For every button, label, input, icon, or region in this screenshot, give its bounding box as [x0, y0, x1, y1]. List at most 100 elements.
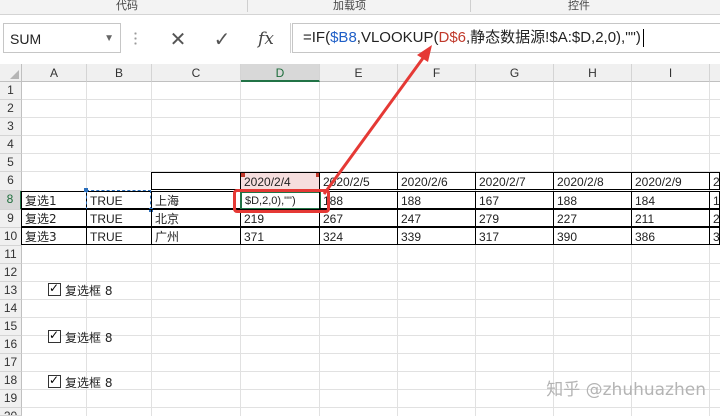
name-box[interactable]: SUM ▼: [3, 23, 121, 53]
ribbon-group-code[interactable]: 代码: [116, 0, 138, 13]
value-cell[interactable]: 339: [397, 227, 476, 245]
row-header-16[interactable]: 16: [0, 336, 22, 354]
value-cell[interactable]: 2: [709, 209, 720, 227]
gridline: [22, 263, 720, 264]
row-header-17[interactable]: 17: [0, 354, 22, 372]
value-cell[interactable]: 184: [631, 191, 710, 209]
cell-c6[interactable]: [151, 172, 241, 190]
value-cell[interactable]: 317: [475, 227, 554, 245]
select-all-corner[interactable]: [0, 64, 22, 82]
cell-b8-reference-marquee: [84, 188, 153, 212]
grip-handle[interactable]: [134, 31, 137, 47]
row-header-2[interactable]: 2: [0, 100, 22, 118]
value-cell[interactable]: 188: [319, 191, 398, 209]
label-cell[interactable]: 复选3: [21, 227, 87, 245]
close-icon[interactable]: ✕: [164, 25, 192, 53]
row-header-11[interactable]: 11: [0, 246, 22, 264]
date-cell[interactable]: 2020/2/9: [631, 172, 710, 190]
text-cursor: [642, 29, 644, 48]
value-cell[interactable]: 324: [319, 227, 398, 245]
value-cell[interactable]: 227: [553, 209, 632, 227]
formula-text-mid: ,VLOOKUP(: [356, 29, 439, 46]
column-header-a[interactable]: A: [22, 64, 87, 82]
value-cell[interactable]: 188: [553, 191, 632, 209]
date-cell[interactable]: 2: [709, 172, 720, 190]
gridline: [151, 82, 152, 416]
flag-cell[interactable]: TRUE: [86, 209, 152, 227]
ribbon-group-addins[interactable]: 加载项: [333, 0, 366, 13]
column-header-c[interactable]: C: [152, 64, 241, 82]
checkbox-checked-icon[interactable]: [48, 327, 61, 343]
ribbon-separator: [470, 0, 471, 12]
row-header-13[interactable]: 13: [0, 282, 22, 300]
date-cell[interactable]: 2020/2/4: [241, 172, 320, 190]
gridline: [22, 153, 720, 154]
checkbox-label: 复选框 8: [65, 376, 113, 390]
date-cell[interactable]: 2020/2/7: [475, 172, 554, 190]
column-header-i[interactable]: I: [632, 64, 710, 82]
row-header-8[interactable]: 8: [0, 191, 22, 210]
column-header-e[interactable]: E: [320, 64, 398, 82]
gridline: [22, 135, 720, 136]
value-cell[interactable]: 167: [475, 191, 554, 209]
chevron-down-icon[interactable]: ▼: [104, 24, 114, 54]
value-cell[interactable]: 211: [631, 209, 710, 227]
column-header-f[interactable]: F: [398, 64, 476, 82]
value-cell[interactable]: 3: [709, 227, 720, 245]
checkbox-control[interactable]: 复选框 8: [48, 372, 113, 391]
column-header-h[interactable]: H: [554, 64, 632, 82]
ribbon-group-controls[interactable]: 控件: [568, 0, 590, 13]
row-header-10[interactable]: 10: [0, 228, 22, 246]
gridline: [22, 335, 720, 336]
value-cell[interactable]: 247: [397, 209, 476, 227]
date-cell[interactable]: 2020/2/5: [319, 172, 398, 190]
value-cell[interactable]: 386: [631, 227, 710, 245]
annotation-highlight-box: [233, 189, 330, 213]
row-header-9[interactable]: 9: [0, 210, 22, 228]
row-header-4[interactable]: 4: [0, 136, 22, 154]
gridline: [553, 82, 554, 416]
row-header-18[interactable]: 18: [0, 372, 22, 390]
date-cell[interactable]: 2020/2/6: [397, 172, 476, 190]
value-cell[interactable]: 267: [319, 209, 398, 227]
city-cell[interactable]: 广州: [151, 227, 241, 245]
city-cell[interactable]: 上海: [151, 191, 241, 209]
checkbox-checked-icon[interactable]: [48, 280, 61, 296]
value-cell[interactable]: 279: [475, 209, 554, 227]
value-cell[interactable]: 188: [397, 191, 476, 209]
checkbox-control[interactable]: 复选框 8: [48, 327, 113, 346]
label-cell[interactable]: 复选1: [21, 191, 87, 209]
gridline: [22, 371, 720, 372]
checkbox-label: 复选框 8: [65, 331, 113, 345]
check-icon[interactable]: ✓: [208, 25, 236, 53]
ribbon-separator: [247, 0, 248, 12]
row-header-3[interactable]: 3: [0, 118, 22, 136]
insert-function-button[interactable]: fx: [252, 25, 280, 53]
city-cell[interactable]: 北京: [151, 209, 241, 227]
row-header-5[interactable]: 5: [0, 154, 22, 172]
row-header-15[interactable]: 15: [0, 318, 22, 336]
column-header-b[interactable]: B: [87, 64, 152, 82]
label-cell[interactable]: 复选2: [21, 209, 87, 227]
checkbox-control[interactable]: 复选框 8: [48, 280, 112, 299]
flag-cell[interactable]: TRUE: [86, 227, 152, 245]
column-header-j[interactable]: [710, 64, 720, 82]
formula-input[interactable]: =IF($B8,VLOOKUP(D$6,静态数据源!$A:$D,2,0),""): [292, 23, 720, 53]
row-header-1[interactable]: 1: [0, 82, 22, 100]
row-header-6[interactable]: 6: [0, 172, 22, 191]
row-header-12[interactable]: 12: [0, 264, 22, 282]
gridline: [319, 82, 320, 416]
value-cell[interactable]: 371: [240, 227, 320, 245]
ribbon-strip: 代码 加载项 控件: [0, 0, 720, 15]
value-cell[interactable]: 390: [553, 227, 632, 245]
formula-ref-b8: $B8: [330, 29, 357, 46]
row-header-19[interactable]: 19: [0, 390, 22, 408]
checkbox-checked-icon[interactable]: [48, 372, 61, 388]
column-header-d[interactable]: D: [241, 64, 320, 82]
row-header-14[interactable]: 14: [0, 300, 22, 318]
value-cell[interactable]: 1: [709, 191, 720, 209]
date-cell[interactable]: 2020/2/8: [553, 172, 632, 190]
column-header-g[interactable]: G: [476, 64, 554, 82]
gridline: [22, 407, 720, 408]
row-header-20[interactable]: 20: [0, 408, 22, 416]
